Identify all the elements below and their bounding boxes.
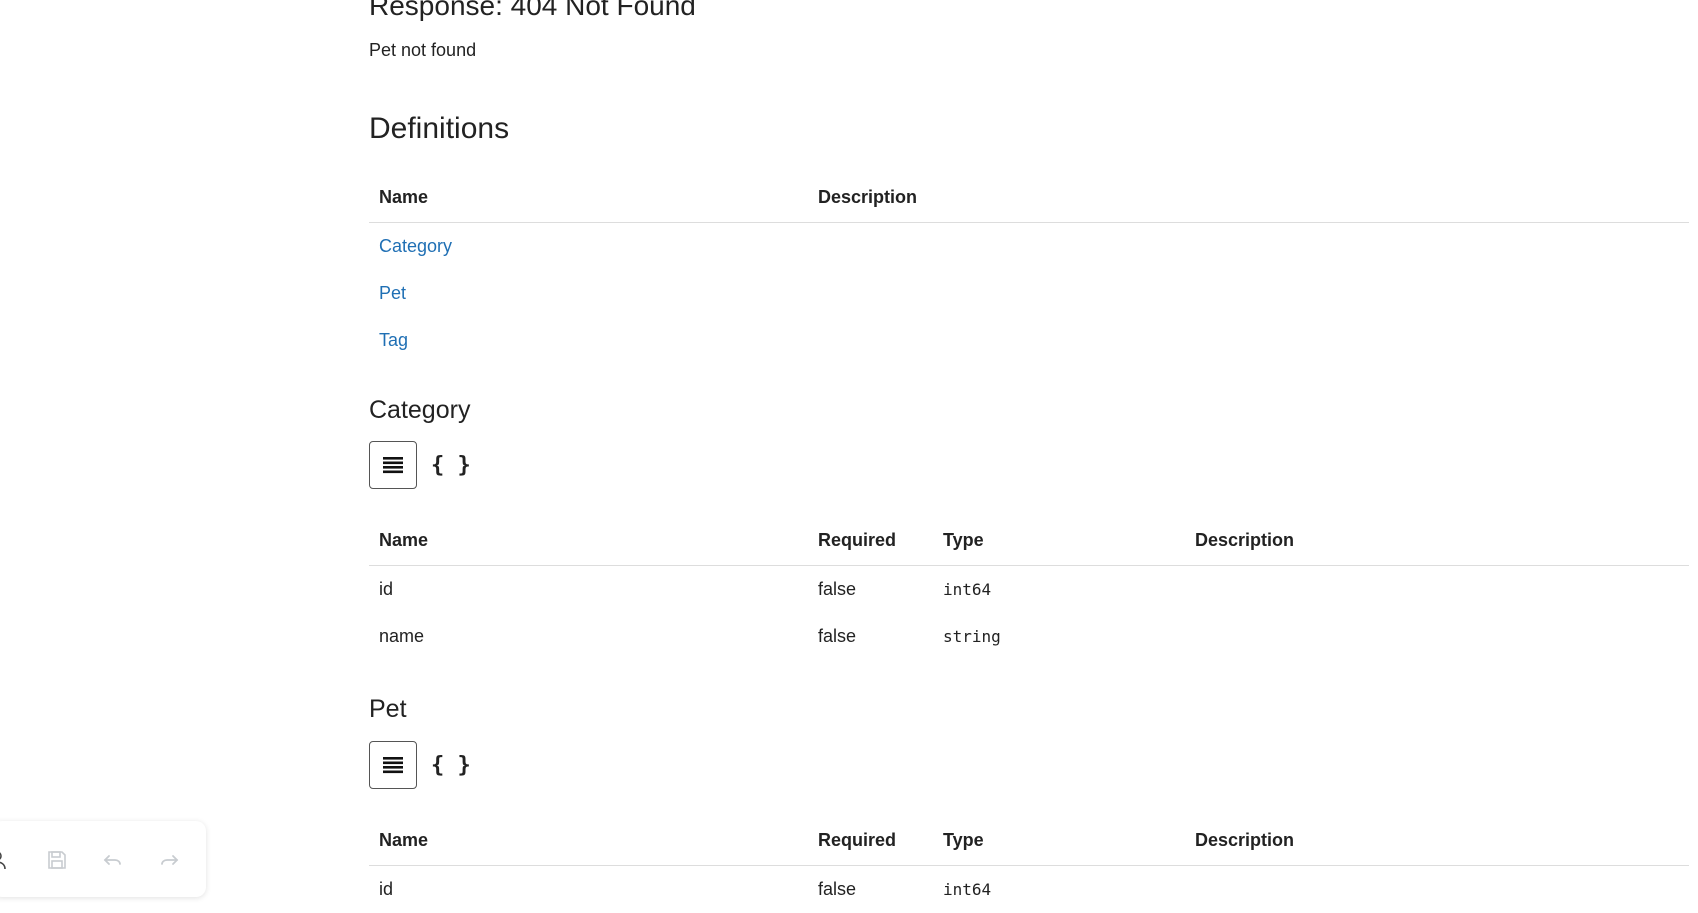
table-header-row: Name Required Type Description bbox=[369, 515, 1689, 566]
property-description bbox=[1185, 566, 1689, 614]
view-toggle-category: { } bbox=[369, 441, 471, 489]
property-type: int64 bbox=[933, 566, 1185, 614]
property-name: id bbox=[369, 566, 808, 614]
column-header-description: Description bbox=[808, 172, 1689, 223]
response-heading: Response: 404 Not Found bbox=[369, 0, 696, 22]
definitions-heading: Definitions bbox=[369, 112, 509, 146]
property-name: name bbox=[369, 613, 808, 660]
definition-link-pet[interactable]: Pet bbox=[379, 283, 406, 303]
column-header-name: Name bbox=[369, 172, 808, 223]
column-header-type: Type bbox=[933, 515, 1185, 566]
undo-icon[interactable] bbox=[102, 849, 124, 871]
view-toggle-pet: { } bbox=[369, 741, 471, 789]
column-header-required: Required bbox=[808, 515, 933, 566]
column-header-name: Name bbox=[369, 515, 808, 566]
user-icon[interactable] bbox=[0, 849, 8, 871]
definition-link-category[interactable]: Category bbox=[379, 236, 452, 256]
property-type: int64 bbox=[933, 866, 1185, 913]
list-view-icon bbox=[383, 456, 403, 474]
save-icon[interactable] bbox=[46, 849, 68, 871]
column-header-required: Required bbox=[808, 815, 933, 866]
floating-toolbar bbox=[0, 821, 206, 897]
table-header-row: Name Description bbox=[369, 172, 1689, 223]
property-description bbox=[1185, 613, 1689, 660]
list-view-button[interactable] bbox=[369, 441, 417, 489]
json-view-button[interactable]: { } bbox=[431, 753, 471, 778]
properties-table-pet: Name Required Type Description id false … bbox=[369, 815, 1689, 913]
table-row: id false int64 bbox=[369, 866, 1689, 913]
definition-description bbox=[808, 317, 1689, 364]
table-row: id false int64 bbox=[369, 566, 1689, 614]
list-view-icon bbox=[383, 756, 403, 774]
property-required: false bbox=[808, 866, 933, 913]
definition-description bbox=[808, 223, 1689, 271]
table-row: name false string bbox=[369, 613, 1689, 660]
column-header-name: Name bbox=[369, 815, 808, 866]
property-name: id bbox=[369, 866, 808, 913]
definition-link-tag[interactable]: Tag bbox=[379, 330, 408, 350]
redo-icon[interactable] bbox=[158, 849, 180, 871]
property-required: false bbox=[808, 613, 933, 660]
table-row: Tag bbox=[369, 317, 1689, 364]
definitions-table: Name Description Category Pet Tag bbox=[369, 172, 1689, 364]
list-view-button[interactable] bbox=[369, 741, 417, 789]
response-description: Pet not found bbox=[369, 40, 476, 61]
json-view-button[interactable]: { } bbox=[431, 453, 471, 478]
table-header-row: Name Required Type Description bbox=[369, 815, 1689, 866]
property-description bbox=[1185, 866, 1689, 913]
table-row: Pet bbox=[369, 270, 1689, 317]
column-header-description: Description bbox=[1185, 815, 1689, 866]
property-required: false bbox=[808, 566, 933, 614]
definition-description bbox=[808, 270, 1689, 317]
column-header-type: Type bbox=[933, 815, 1185, 866]
column-header-description: Description bbox=[1185, 515, 1689, 566]
model-title-pet: Pet bbox=[369, 695, 407, 724]
table-row: Category bbox=[369, 223, 1689, 271]
properties-table-category: Name Required Type Description id false … bbox=[369, 515, 1689, 660]
model-title-category: Category bbox=[369, 396, 470, 425]
property-type: string bbox=[933, 613, 1185, 660]
